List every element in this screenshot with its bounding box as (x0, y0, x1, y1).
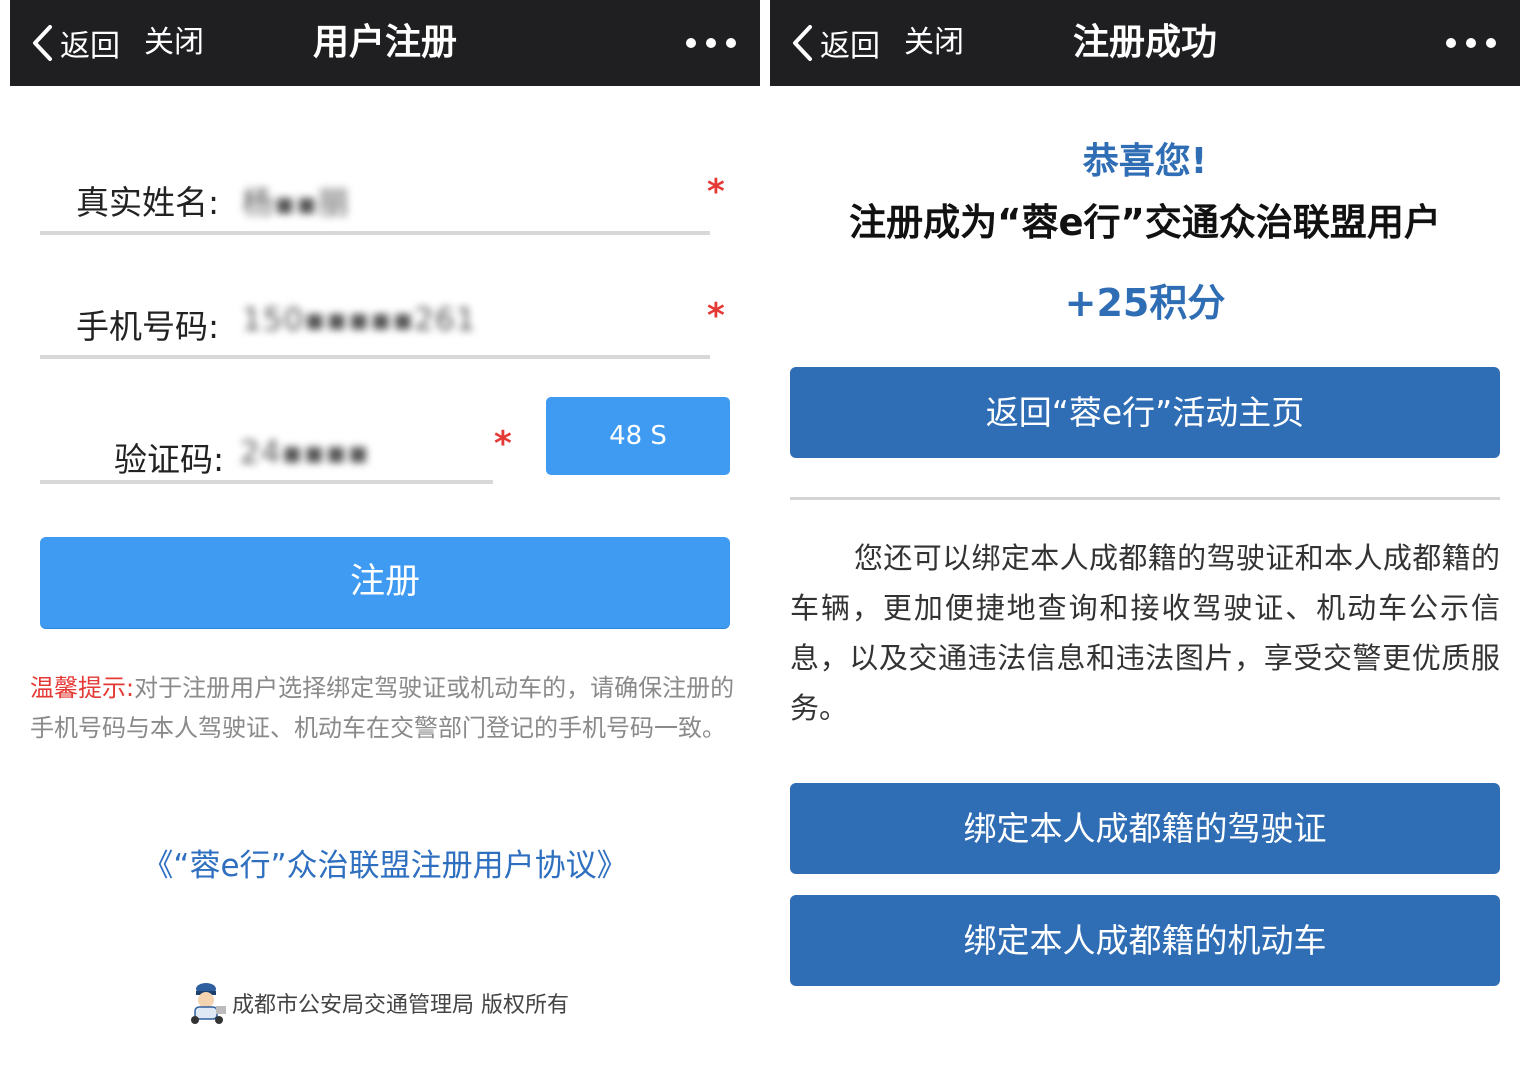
congrats-heading: 恭喜您! (1082, 141, 1208, 182)
nav-bar: 返回 关闭 注册成功 (770, 0, 1520, 86)
code-input[interactable]: 24▪▪▪▪ (240, 435, 370, 471)
more-menu-button[interactable] (686, 32, 736, 54)
phone-label: 手机号码: (76, 307, 220, 346)
tip-label: 温馨提示: (30, 674, 135, 702)
user-agreement-link[interactable]: 《“蓉e行”众治联盟注册用户协议》 (10, 840, 760, 885)
more-dots-icon (1466, 38, 1476, 48)
phone-input[interactable]: 150▪▪▪▪▪261 (242, 302, 476, 338)
more-dots-icon (726, 38, 736, 48)
more-dots-icon (706, 38, 716, 48)
more-dots-icon (1486, 38, 1496, 48)
footer: 成都市公安局交通管理局 版权所有 (186, 980, 569, 1026)
divider (790, 497, 1500, 500)
footer-text: 成都市公安局交通管理局 版权所有 (232, 993, 569, 1018)
points-award: +25积分 (1064, 281, 1226, 325)
name-input[interactable]: 杨▪▪丽 (242, 178, 350, 223)
name-underline (40, 231, 710, 235)
verification-countdown-button[interactable]: 48 S (546, 397, 730, 475)
required-mark: * (707, 296, 725, 336)
required-mark: * (494, 424, 512, 464)
more-dots-icon (1446, 38, 1456, 48)
page-title: 注册成功 (1072, 22, 1217, 63)
tip-text: 对于注册用户选择绑定驾驶证或机动车的，请确保注册的手机号码与本人驾驶证、机动车在… (30, 674, 735, 742)
registered-message: 注册成为“蓉e行”交通众治联盟用户 (849, 201, 1441, 244)
register-button[interactable]: 注册 (40, 537, 730, 628)
police-mascot-icon (191, 983, 226, 1024)
more-dots-icon (686, 38, 696, 48)
required-mark: * (707, 172, 725, 212)
success-screen: 返回 关闭 注册成功 恭喜您! 注册成为“蓉e行”交通众治联盟用户 +25积分 … (770, 0, 1520, 1065)
more-menu-button[interactable] (1446, 32, 1496, 54)
code-label: 验证码: (114, 440, 225, 479)
name-label: 真实姓名: (76, 183, 220, 222)
back-to-home-button[interactable]: 返回“蓉e行”活动主页 (790, 367, 1500, 458)
nav-bar: 返回 关闭 用户注册 (10, 0, 760, 86)
phone-underline (40, 355, 710, 359)
bind-vehicle-button[interactable]: 绑定本人成都籍的机动车 (790, 895, 1500, 986)
register-screen: 返回 关闭 用户注册 真实姓名: 杨▪▪丽 * 手机号码: 150▪▪▪▪▪26… (10, 0, 760, 1065)
code-underline (40, 480, 493, 484)
bind-info-text: 您还可以绑定本人成都籍的驾驶证和本人成都籍的车辆，更加便捷地查询和接收驾驶证、机… (790, 541, 1500, 725)
page-title: 用户注册 (312, 22, 457, 63)
warm-tip: 温馨提示:对于注册用户选择绑定驾驶证或机动车的，请确保注册的手机号码与本人驾驶证… (30, 668, 742, 748)
bind-driver-license-button[interactable]: 绑定本人成都籍的驾驶证 (790, 783, 1500, 874)
